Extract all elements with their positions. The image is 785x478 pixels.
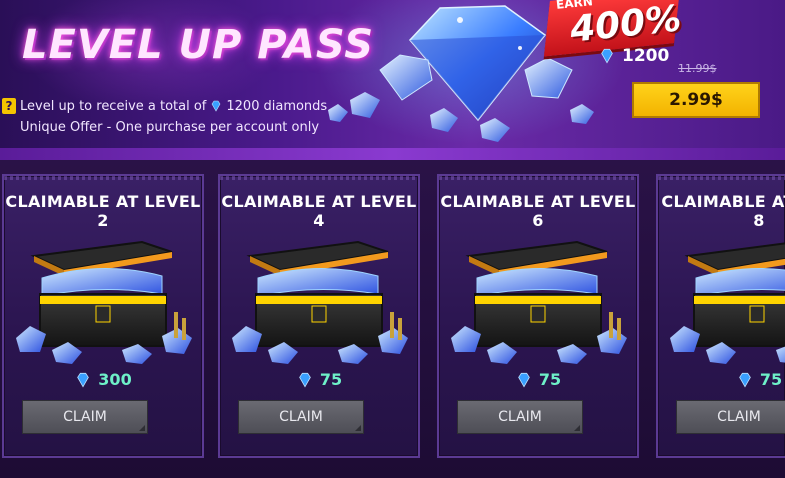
diamond-total: 1200: [622, 46, 670, 66]
card-level: 8: [753, 211, 765, 230]
reward-card: CLAIMABLE AT LEVEL 8: [656, 174, 785, 458]
card-level: 4: [313, 211, 325, 230]
diamond-icon: [212, 100, 221, 112]
diamond-icon: [77, 372, 90, 387]
card-level: 6: [532, 211, 544, 230]
reward-row: 75: [439, 370, 637, 389]
card-level: 2: [97, 211, 109, 230]
diamond-icon: [739, 372, 751, 387]
old-price: 11.99$: [678, 62, 717, 75]
question-icon[interactable]: ?: [2, 98, 16, 114]
banner-divider: [0, 148, 785, 160]
diamond-icon: [601, 48, 613, 64]
treasure-chest-icon: [451, 240, 627, 364]
treasure-chest-icon: [16, 240, 192, 364]
reward-amount: 75: [538, 370, 562, 389]
diamond-icon: [299, 372, 311, 387]
reward-amount: 75: [319, 370, 343, 389]
card-title: CLAIMABLE AT LEVEL 4: [220, 192, 418, 230]
treasure-chest-icon: [232, 240, 408, 364]
buy-button[interactable]: 2.99$: [632, 82, 760, 118]
info-prefix: Level up to receive a total of: [20, 98, 207, 114]
info-suffix: diamonds: [263, 98, 328, 114]
card-title: CLAIMABLE AT LEVEL 2: [4, 192, 202, 230]
card-title: CLAIMABLE AT LEVEL 6: [439, 192, 637, 230]
card-title-line: CLAIMABLE AT LEVEL: [440, 192, 636, 211]
card-title-line: CLAIMABLE AT LEVEL: [5, 192, 201, 211]
card-title-line: CLAIMABLE AT LEVEL: [661, 192, 785, 211]
info-amount: 1200: [226, 98, 260, 114]
reward-amount: 75: [759, 370, 783, 389]
reward-card: CLAIMABLE AT LEVEL 2 300 CLAIM: [2, 174, 204, 458]
reward-row: 75: [220, 370, 418, 389]
reward-card: CLAIMABLE AT LEVEL 4 75 CLAIM: [218, 174, 420, 458]
claim-button[interactable]: CLAIM: [676, 400, 785, 434]
treasure-chest-icon: [670, 242, 785, 364]
card-title: CLAIMABLE AT LEVEL 8: [658, 192, 785, 230]
unique-offer-text: Unique Offer - One purchase per account …: [20, 120, 320, 135]
claim-button[interactable]: CLAIM: [22, 400, 148, 434]
claim-button[interactable]: CLAIM: [238, 400, 364, 434]
reward-row: 300: [4, 370, 202, 389]
diamond-icon: [518, 372, 530, 387]
info-row: ? Level up to receive a total of 1200 di…: [2, 96, 327, 116]
claim-button[interactable]: CLAIM: [457, 400, 583, 434]
reward-row: 75: [658, 370, 785, 389]
reward-card: CLAIMABLE AT LEVEL 6 75 CLAIM: [437, 174, 639, 458]
reward-amount: 300: [98, 370, 132, 389]
diamond-total-row: 1200: [598, 46, 669, 66]
card-title-line: CLAIMABLE AT LEVEL: [221, 192, 417, 211]
reward-cards: CLAIMABLE AT LEVEL 2 300 CLAIM CLAIMABLE…: [0, 160, 785, 478]
level-up-pass-banner: LEVEL UP PASS ? Level up to receive a to…: [0, 0, 785, 160]
